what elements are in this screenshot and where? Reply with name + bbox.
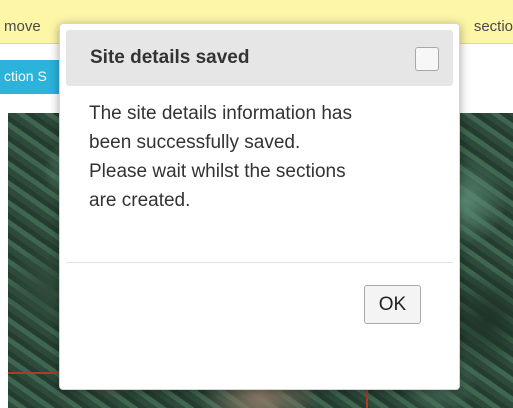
dialog-header: Site details saved [66,30,453,86]
section-button[interactable]: ction S [0,60,62,94]
dialog-title: Site details saved [90,47,250,68]
dialog-divider [66,262,453,263]
message-line: Please wait whilst the sections [89,161,346,182]
dialog-message: The site details information has been su… [89,99,439,215]
ok-button[interactable]: OK [364,285,421,324]
site-saved-dialog: Site details saved The site details info… [59,23,460,390]
message-line: The site details information has [89,103,352,124]
close-icon[interactable] [415,47,439,71]
message-line: are created. [89,190,191,211]
banner-text-right: sectio [473,18,513,35]
banner-text-left: move [4,18,41,35]
message-line: been successfully saved. [89,132,301,153]
